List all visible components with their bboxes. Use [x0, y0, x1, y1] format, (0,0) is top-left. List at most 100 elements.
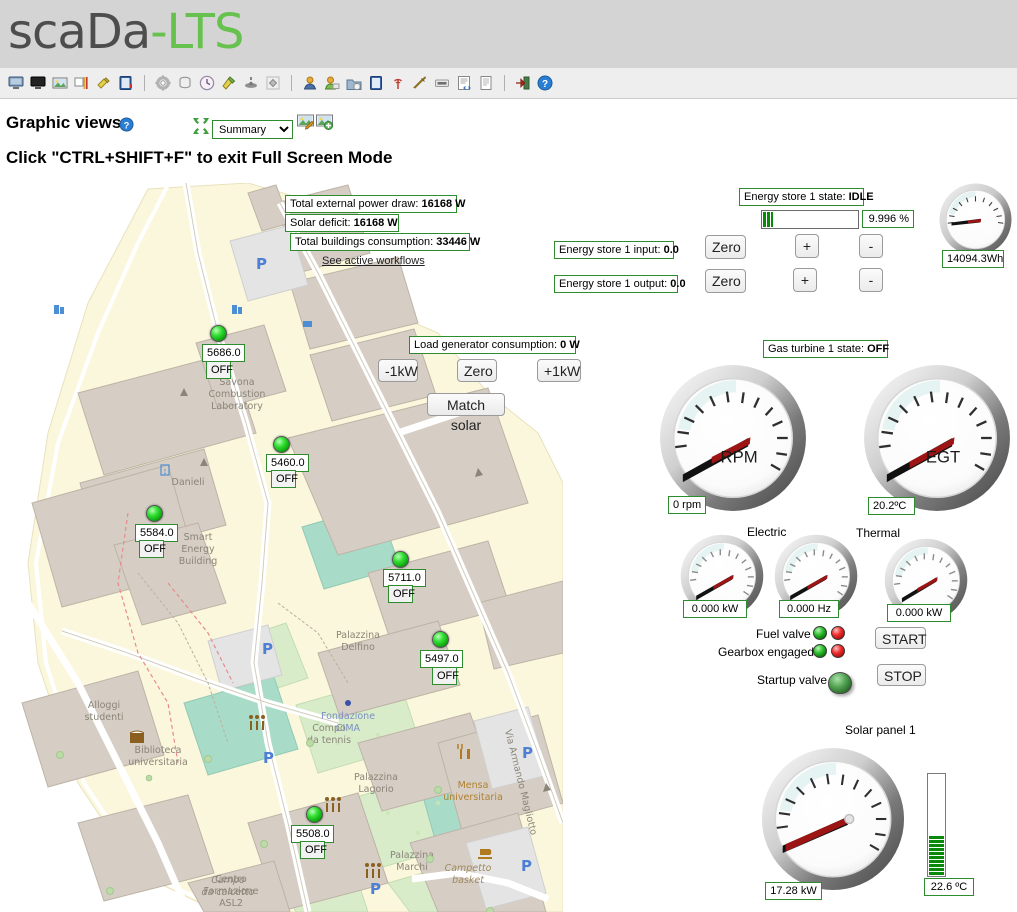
solar-panel-title: Solar panel 1 — [845, 723, 916, 737]
help-icon[interactable]: ? — [537, 75, 553, 91]
map-graphic: Savona Combustion Laboratory Danieli Sma… — [18, 183, 563, 912]
solar-power-value: 17.28 kW — [765, 882, 822, 900]
gearbox-red-led[interactable] — [831, 644, 845, 658]
station-state-5686[interactable]: OFF — [206, 361, 233, 379]
svg-text:P: P — [522, 744, 533, 762]
modules-icon[interactable] — [434, 75, 450, 91]
startup-valve-label: Startup valve — [757, 673, 828, 687]
svg-text:P: P — [263, 749, 274, 767]
fuel-valve-green-led[interactable] — [813, 626, 827, 640]
rpm-gauge: RPM — [657, 362, 809, 514]
see-active-workflows-link[interactable]: See active workflows — [322, 255, 425, 267]
station-led-5508[interactable] — [306, 806, 323, 823]
database-icon[interactable] — [177, 75, 193, 91]
svg-text:Lagorio: Lagorio — [358, 784, 394, 795]
svg-text:Smart: Smart — [184, 532, 213, 543]
scripting-icon[interactable] — [456, 75, 472, 91]
energy-store-output-minus-button[interactable]: - — [859, 268, 883, 292]
station-value-5497[interactable]: 5497.0 — [420, 650, 463, 668]
svg-text:Biblioteca: Biblioteca — [135, 745, 182, 756]
energy-store-input-plus-button[interactable]: + — [795, 234, 819, 258]
svg-text:studenti: studenti — [85, 712, 124, 723]
point-links-icon[interactable] — [221, 75, 237, 91]
fullscreen-toggle-icon[interactable] — [192, 117, 210, 135]
station-state-5460[interactable]: OFF — [271, 470, 298, 488]
total-buildings-label: Total buildings consumption: — [295, 236, 434, 248]
custom-view-icon[interactable] — [52, 75, 68, 91]
reports-icon[interactable] — [118, 75, 134, 91]
station-led-5497[interactable] — [432, 631, 449, 648]
station-led-5686[interactable] — [210, 325, 227, 342]
system-settings-icon[interactable] — [368, 75, 384, 91]
logout-icon[interactable] — [515, 75, 531, 91]
toolbar-separator-3 — [504, 75, 505, 91]
svg-text:da calcetto: da calcetto — [202, 887, 255, 898]
users-icon[interactable] — [302, 75, 318, 91]
app-logo: scaDa-LTS — [8, 4, 244, 60]
mailing-lists-icon[interactable] — [324, 75, 340, 91]
logo-text-primary: scaDa — [8, 4, 151, 60]
energy-store-input-value: 0.0 — [663, 244, 679, 256]
events-icon[interactable] — [96, 75, 112, 91]
svg-text:Marchi: Marchi — [396, 862, 428, 873]
solar-temperature-fill — [929, 835, 944, 875]
alarms-icon[interactable] — [74, 75, 90, 91]
energy-store-output-zero-button[interactable]: Zero — [705, 269, 746, 293]
publishers-icon[interactable] — [346, 75, 362, 91]
load-plus-1kw-button[interactable]: +1kW — [537, 359, 581, 382]
campus-map[interactable]: Savona Combustion Laboratory Danieli Sma… — [18, 183, 563, 912]
tools-icon[interactable] — [412, 75, 428, 91]
station-state-5508[interactable]: OFF — [300, 841, 327, 859]
maintenance-icon[interactable] — [243, 75, 259, 91]
svg-text:RPM: RPM — [721, 447, 758, 466]
svg-text:Mensa: Mensa — [458, 780, 489, 791]
page-title: Graphic views — [6, 113, 122, 132]
svg-text:Building: Building — [179, 556, 218, 567]
station-state-5497[interactable]: OFF — [432, 667, 459, 685]
thermal-power-value: 0.000 kW — [887, 604, 951, 622]
toolbar-separator-2 — [291, 75, 292, 91]
documentation-icon[interactable] — [478, 75, 494, 91]
fuel-valve-red-led[interactable] — [831, 626, 845, 640]
edit-view-icon[interactable] — [297, 113, 315, 130]
gearbox-green-led[interactable] — [813, 644, 827, 658]
energy-store-output-plus-button[interactable]: + — [793, 268, 817, 292]
svg-text:Delfino: Delfino — [341, 642, 375, 653]
svg-text:↕: ↕ — [163, 466, 168, 476]
load-zero-button[interactable]: Zero — [457, 359, 497, 382]
turbine-start-button[interactable]: START — [875, 627, 927, 649]
energy-store-input-label: Energy store 1 input: — [559, 244, 661, 256]
data-sources-icon[interactable] — [155, 75, 171, 91]
energy-store-output-label: Energy store 1 output: — [559, 278, 668, 290]
view-selector[interactable]: Summary — [212, 120, 293, 139]
startup-valve-knob[interactable] — [828, 672, 852, 694]
energy-store-input-zero-button[interactable]: Zero — [705, 235, 746, 259]
station-led-5460[interactable] — [273, 436, 290, 453]
graphical-views-icon[interactable] — [30, 75, 46, 91]
help-icon[interactable]: ? — [119, 117, 134, 132]
scheduled-events-icon[interactable] — [199, 75, 215, 91]
load-generator-label: Load generator consumption: — [414, 339, 558, 351]
match-solar-button[interactable]: Match solar — [427, 393, 505, 433]
gas-turbine-state-box: Gas turbine 1 state: OFF — [763, 340, 890, 358]
gearbox-engaged-label: Gearbox engaged — [718, 645, 815, 659]
load-minus-1kw-button[interactable]: -1kW — [378, 359, 418, 382]
gas-turbine-state-value: OFF — [867, 343, 890, 355]
add-view-icon[interactable] — [316, 113, 333, 130]
compound-events-icon[interactable] — [265, 75, 281, 91]
logo-text-secondary: -LTS — [150, 4, 244, 60]
alarm-notification-icon[interactable] — [390, 75, 406, 91]
watch-list-icon[interactable] — [8, 75, 24, 91]
station-state-5711[interactable]: OFF — [388, 585, 415, 603]
turbine-stop-button[interactable]: STOP — [877, 664, 926, 686]
energy-store-input-minus-button[interactable]: - — [859, 234, 883, 258]
station-led-5584[interactable] — [146, 505, 163, 522]
main-toolbar: ? — [0, 68, 1017, 99]
station-value-5686[interactable]: 5686.0 — [202, 344, 245, 362]
svg-text:P: P — [370, 880, 381, 898]
total-external-power-value: 16168 W — [421, 198, 466, 210]
energy-store-state-value: IDLE — [848, 191, 874, 203]
station-led-5711[interactable] — [392, 551, 409, 568]
station-state-5584[interactable]: OFF — [139, 540, 166, 558]
load-generator-value: 0 W — [560, 339, 580, 351]
